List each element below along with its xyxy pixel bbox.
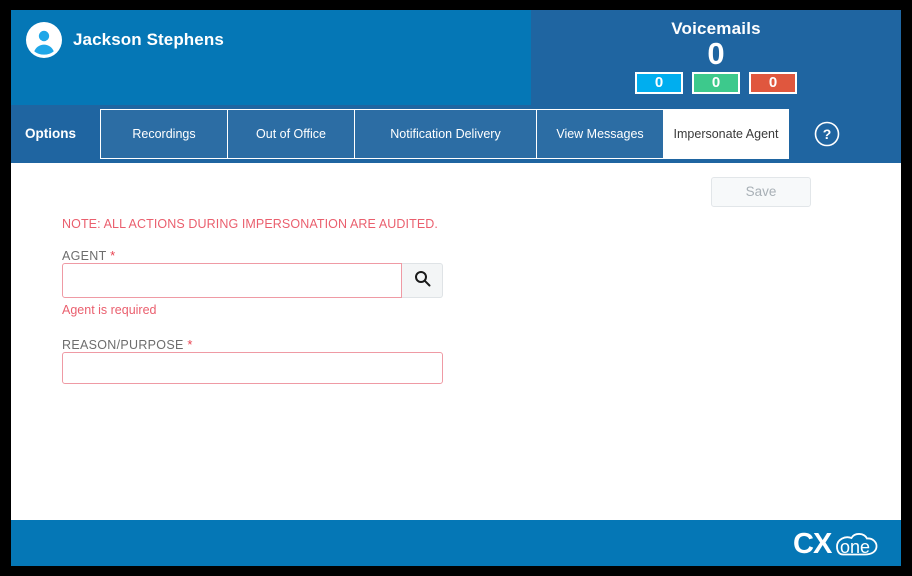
header-user-panel: Jackson Stephens (11, 10, 531, 105)
agent-field-label: AGENT * (62, 248, 115, 263)
agent-label-text: AGENT (62, 249, 107, 263)
voicemail-badge-new[interactable]: 0 (635, 72, 683, 94)
reason-label-text: REASON/PURPOSE (62, 338, 184, 352)
voicemail-badge-urgent[interactable]: 0 (749, 72, 797, 94)
svg-text:?: ? (823, 126, 832, 142)
reason-field-label: REASON/PURPOSE * (62, 337, 193, 352)
reason-required-marker: * (187, 337, 193, 352)
search-icon (414, 270, 431, 292)
svg-text:CX: CX (793, 528, 833, 560)
voicemails-badge-group: 0 0 0 (531, 72, 901, 94)
save-button[interactable]: Save (711, 177, 811, 207)
voicemails-panel: Voicemails 0 0 0 0 (531, 10, 901, 105)
cxone-logo: CX one (793, 526, 885, 565)
impersonation-audit-note: NOTE: ALL ACTIONS DURING IMPERSONATION A… (62, 217, 438, 231)
agent-required-marker: * (110, 248, 116, 263)
voicemail-badge-saved[interactable]: 0 (692, 72, 740, 94)
app-frame: Jackson Stephens Voicemails 0 0 0 0 Opti… (0, 0, 912, 576)
user-name: Jackson Stephens (73, 30, 224, 49)
content-area: Save NOTE: ALL ACTIONS DURING IMPERSONAT… (11, 163, 901, 538)
user-avatar-icon (26, 22, 62, 58)
agent-field-row (62, 263, 443, 298)
reason-input[interactable] (62, 352, 443, 384)
tab-view-messages[interactable]: View Messages (536, 109, 663, 159)
app-header: Jackson Stephens Voicemails 0 0 0 0 (11, 10, 901, 105)
tab-list: Recordings Out of Office Notification De… (100, 109, 789, 159)
agent-validation-error: Agent is required (62, 303, 157, 317)
agent-input[interactable] (62, 263, 402, 298)
app-window: Jackson Stephens Voicemails 0 0 0 0 Opti… (11, 10, 901, 566)
tab-out-of-office[interactable]: Out of Office (227, 109, 354, 159)
app-footer: CX one (11, 520, 901, 566)
options-label: Options (25, 126, 76, 141)
tab-impersonate-agent[interactable]: Impersonate Agent (663, 109, 789, 159)
svg-text:one: one (840, 537, 870, 557)
agent-search-button[interactable] (402, 263, 443, 298)
tab-notification-delivery[interactable]: Notification Delivery (354, 109, 536, 159)
tab-recordings[interactable]: Recordings (100, 109, 227, 159)
question-mark-circle-icon[interactable]: ? (814, 121, 840, 147)
voicemails-total-count: 0 (707, 36, 725, 71)
tab-bar: Options Recordings Out of Office Notific… (11, 105, 901, 163)
